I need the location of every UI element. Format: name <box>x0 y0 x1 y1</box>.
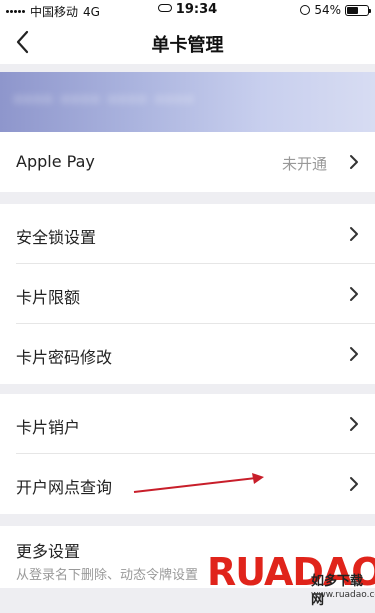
card-limit-label: 卡片限额 <box>16 288 81 307</box>
apple-pay-status: 未开通 <box>281 155 327 173</box>
branch-search-label: 开户网点查询 <box>16 478 113 497</box>
screen-mirroring-icon <box>157 4 172 12</box>
close-card-label: 卡片销户 <box>16 418 81 437</box>
security-lock-label: 安全锁设置 <box>16 228 97 247</box>
security-lock-row[interactable]: 安全锁设置 <box>0 204 375 264</box>
chevron-right-icon <box>350 155 358 169</box>
page-title: 单卡管理 <box>151 35 224 56</box>
watermark-url: www.ruadao.com <box>311 590 375 600</box>
chevron-right-icon <box>350 477 358 491</box>
status-right: 54% <box>300 3 371 17</box>
close-card-row[interactable]: 卡片销户 <box>0 394 375 454</box>
battery-percent: 54% <box>314 3 341 17</box>
apple-pay-row[interactable]: Apple Pay 未开通 <box>0 132 375 192</box>
more-settings-label: 更多设置 <box>16 542 81 561</box>
nav-bar: 单卡管理 <box>0 20 375 64</box>
battery-icon <box>345 4 371 16</box>
change-pin-label: 卡片密码修改 <box>16 348 113 367</box>
chevron-right-icon <box>350 417 358 431</box>
chevron-right-icon <box>350 287 358 301</box>
status-time: 19:34 <box>175 2 218 17</box>
change-pin-row[interactable]: 卡片密码修改 <box>0 324 375 384</box>
card-banner[interactable]: **** **** **** **** <box>0 72 375 132</box>
card-number: **** **** **** **** <box>14 92 196 111</box>
watermark-tagline: 如多下载网 <box>311 574 364 608</box>
alarm-icon <box>300 5 311 15</box>
card-limit-row[interactable]: 卡片限额 <box>0 264 375 324</box>
more-settings-subtitle: 从登录名下删除、动态令牌设置 <box>16 568 199 583</box>
chevron-right-icon <box>350 227 358 241</box>
apple-pay-label: Apple Pay <box>16 152 95 171</box>
watermark-logo: RUADAO 如多下载网 www.ruadao.com <box>207 548 375 610</box>
status-bar: 中国移动 4G 19:34 54% <box>0 0 375 20</box>
chevron-right-icon <box>350 347 358 361</box>
branch-search-row[interactable]: 开户网点查询 <box>0 454 375 514</box>
